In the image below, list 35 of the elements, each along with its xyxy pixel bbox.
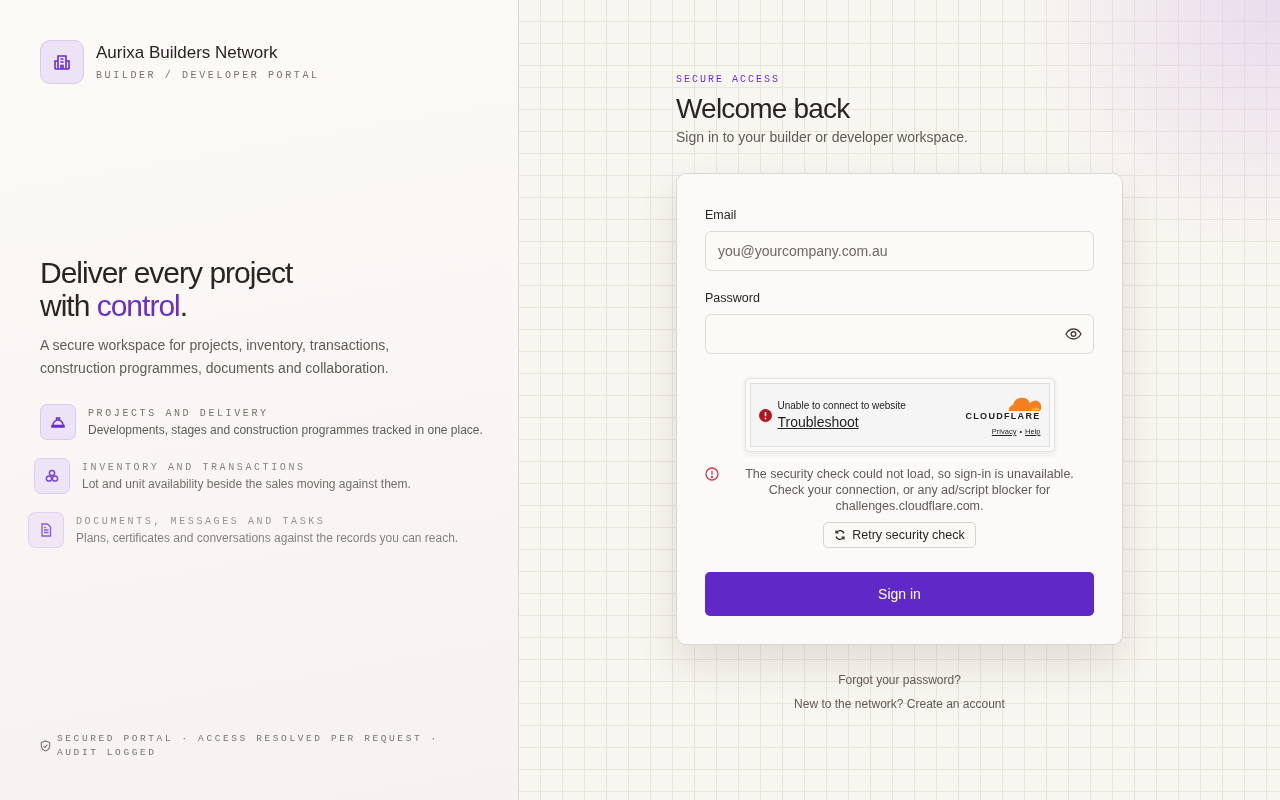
feature-description: Developments, stages and construction programmes tracked in one place. [88,422,483,437]
shield-icon [40,740,51,752]
feature-title: PROJECTS AND DELIVERY [88,407,270,419]
page-subtitle: Sign in to your builder or developer workspace. [676,129,969,145]
field-label: Password [705,291,760,305]
password-field[interactable] [705,314,1094,354]
section-eyebrow: SECURE ACCESS [676,74,781,85]
captcha-brand: CLOUDFLARE [965,410,1041,421]
building-logo-icon [40,40,84,84]
page-title: Welcome back [676,93,850,124]
forgot-password-link[interactable]: Forgot your password? [838,673,961,687]
feature-title: INVENTORY AND TRANSACTIONS [82,461,307,473]
feature-title: DOCUMENTS, MESSAGES AND TASKS [76,515,327,527]
field-label: Email [705,208,737,222]
troubleshoot-link[interactable]: Troubleshoot [777,414,859,430]
security-footnote: SECURED PORTAL · ACCESS RESOLVED PER REQUEST · AUDIT LOGGED [57,732,440,760]
feature-description: Lot and unit availability beside the sales moving against them. [82,476,411,491]
brand-name: Aurixa Builders Network [96,43,279,63]
feature-description: Plans, certificates and conversations against the records you can reach. [76,530,459,545]
error-message: The security check could not load, so sign-in is unavailable. Check your connection, or any ad/script blocker for challenges.cloudflare.com. [744,466,1075,514]
hero-heading: Deliver every project with control. [40,256,293,322]
error-icon [758,408,772,422]
cubes-icon [44,468,60,484]
create-account-link[interactable]: New to the network? Create an account [794,697,1005,711]
brand-tagline: BUILDER / DEVELOPER PORTAL [96,70,320,81]
captcha-message: Unable to connect to website [777,400,906,411]
document-icon [38,522,54,538]
hero-description: A secure workspace for projects, inventory, transactions, construction programmes, documents and collaboration. [40,336,391,378]
email-field[interactable]: you@yourcompany.com.au [705,231,1094,271]
show-password-icon[interactable] [1065,328,1082,340]
sign-in-button[interactable]: Sign in [705,572,1094,616]
alert-icon [705,467,719,481]
hard-hat-icon [50,414,66,430]
retry-button[interactable]: Retry security check [823,522,976,548]
refresh-icon [834,529,847,541]
